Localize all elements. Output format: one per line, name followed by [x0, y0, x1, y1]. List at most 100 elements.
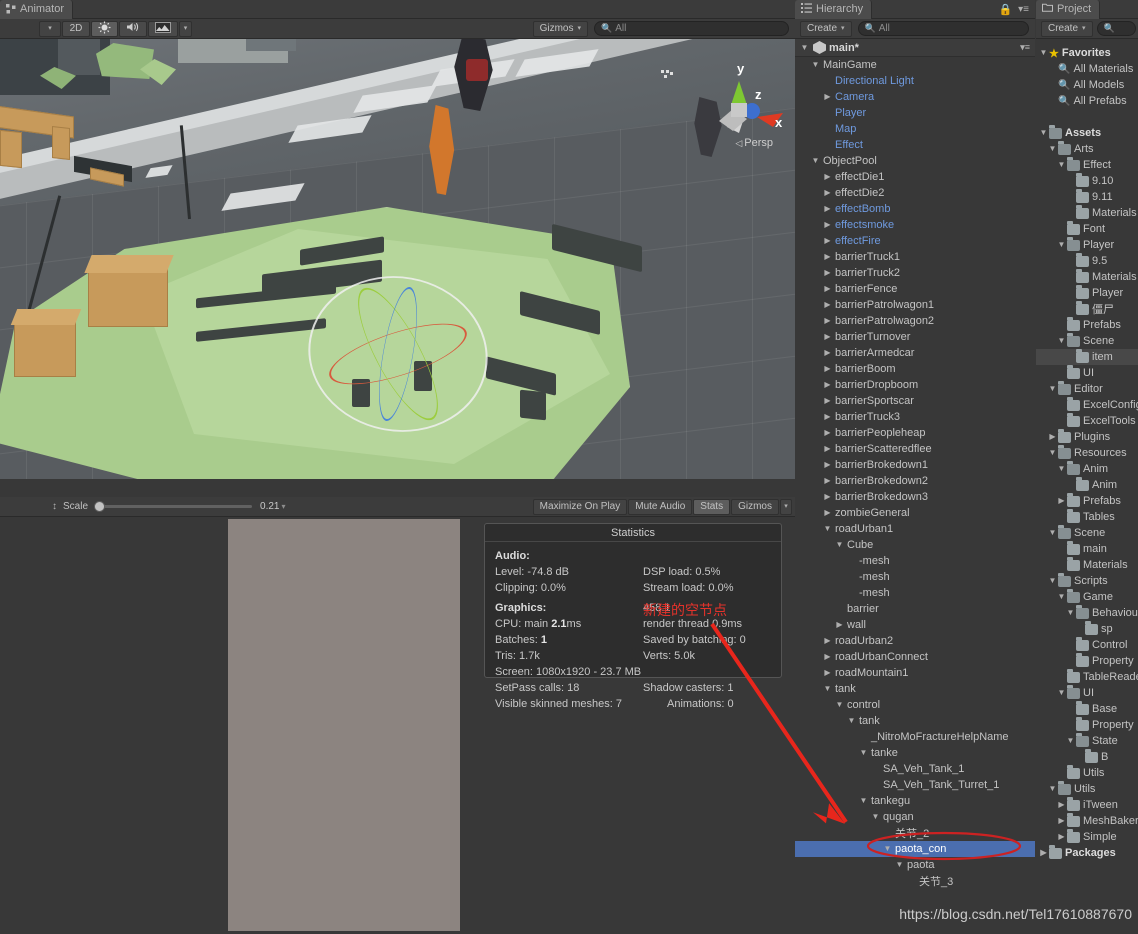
hierarchy-item[interactable]: ▶ roadUrbanConnect: [795, 649, 1035, 665]
hierarchy-item[interactable]: _NitroMoFractureHelpName: [795, 729, 1035, 745]
project-item[interactable]: 僵尸: [1036, 300, 1138, 317]
hierarchy-create-button[interactable]: Create ▾: [800, 20, 852, 37]
hierarchy-item[interactable]: ▼ MainGame: [795, 57, 1035, 73]
hierarchy-item[interactable]: ▶ barrierPatrolwagon1: [795, 297, 1035, 313]
hierarchy-item[interactable]: ▶ roadUrban2: [795, 633, 1035, 649]
hierarchy-item[interactable]: ▶ zombieGeneral: [795, 505, 1035, 521]
mute-audio-button[interactable]: Mute Audio: [628, 498, 693, 515]
chevron-down-icon[interactable]: ▼: [858, 749, 869, 757]
project-item[interactable]: ▼ Editor: [1036, 380, 1138, 397]
hierarchy-item[interactable]: ▶ barrierTruck3: [795, 409, 1035, 425]
chevron-right-icon[interactable]: ▶: [822, 477, 833, 485]
chevron-right-icon[interactable]: ▶: [822, 285, 833, 293]
project-item[interactable]: Materials: [1036, 556, 1138, 573]
chevron-right-icon[interactable]: ▶: [1056, 801, 1067, 809]
hierarchy-item[interactable]: ▶ effectsmoke: [795, 217, 1035, 233]
project-item[interactable]: Anim: [1036, 476, 1138, 493]
scale-slider-thumb[interactable]: [94, 501, 106, 512]
chevron-right-icon[interactable]: ▶: [1038, 849, 1049, 857]
chevron-right-icon[interactable]: ▶: [822, 349, 833, 357]
chevron-right-icon[interactable]: ▶: [822, 397, 833, 405]
hierarchy-item[interactable]: -mesh: [795, 569, 1035, 585]
hierarchy-item[interactable]: SA_Veh_Tank_Turret_1: [795, 777, 1035, 793]
chevron-down-icon[interactable]: ▼: [1047, 145, 1058, 153]
chevron-right-icon[interactable]: ▶: [822, 509, 833, 517]
project-item[interactable]: ExcelTools: [1036, 412, 1138, 429]
chevron-right-icon[interactable]: ▶: [822, 637, 833, 645]
chevron-right-icon[interactable]: ▶: [822, 269, 833, 277]
chevron-right-icon[interactable]: ▶: [822, 413, 833, 421]
hierarchy-item[interactable]: Effect: [795, 137, 1035, 153]
project-item[interactable]: ExcelConfig: [1036, 396, 1138, 413]
project-search-input[interactable]: 🔍: [1096, 21, 1136, 36]
project-item[interactable]: 🔍 All Prefabs: [1036, 93, 1138, 109]
project-item[interactable]: ▼ Player: [1036, 236, 1138, 253]
hierarchy-item[interactable]: ▼ control: [795, 697, 1035, 713]
hierarchy-item[interactable]: ▼ tankegu: [795, 793, 1035, 809]
panel-menu-icon[interactable]: ▾≡: [1018, 4, 1029, 15]
project-item[interactable]: ▼ Scene: [1036, 524, 1138, 541]
scene-search-input[interactable]: 🔍 All: [594, 21, 789, 36]
hierarchy-item[interactable]: ▼ tank: [795, 713, 1035, 729]
chevron-right-icon[interactable]: ▶: [822, 205, 833, 213]
chevron-down-icon[interactable]: ▼: [1047, 385, 1058, 393]
hierarchy-item[interactable]: 关节_3: [795, 873, 1035, 889]
project-item[interactable]: ▼ Resources: [1036, 444, 1138, 461]
chevron-right-icon[interactable]: ▶: [822, 237, 833, 245]
hierarchy-item[interactable]: ▶ effectFire: [795, 233, 1035, 249]
project-item[interactable]: ▼ ★ Favorites: [1036, 45, 1138, 61]
chevron-down-icon[interactable]: ▼: [1065, 609, 1076, 617]
project-item[interactable]: item: [1036, 348, 1138, 365]
hierarchy-item[interactable]: ▼ ObjectPool: [795, 153, 1035, 169]
draw-mode-dropdown[interactable]: ▾: [39, 20, 61, 37]
hierarchy-item[interactable]: Map: [795, 121, 1035, 137]
chevron-down-icon[interactable]: ▼: [1056, 689, 1067, 697]
project-item[interactable]: ▶ Simple: [1036, 828, 1138, 845]
chevron-down-icon[interactable]: ▼: [810, 61, 821, 69]
project-item[interactable]: ▼ Game: [1036, 588, 1138, 605]
chevron-down-icon[interactable]: ▼: [1047, 449, 1058, 457]
project-item[interactable]: Property: [1036, 716, 1138, 733]
hierarchy-item[interactable]: barrier: [795, 601, 1035, 617]
hierarchy-item[interactable]: ▶ barrierDropboom: [795, 377, 1035, 393]
project-item[interactable]: Materials: [1036, 268, 1138, 285]
chevron-right-icon[interactable]: ▶: [822, 461, 833, 469]
chevron-down-icon[interactable]: ▼: [870, 813, 881, 821]
chevron-down-icon[interactable]: ▼: [1056, 337, 1067, 345]
hierarchy-item[interactable]: ▶ barrierScatteredflee: [795, 441, 1035, 457]
project-item[interactable]: Base: [1036, 700, 1138, 717]
chevron-down-icon[interactable]: ▼: [1038, 129, 1049, 137]
chevron-down-icon[interactable]: ▼: [834, 541, 845, 549]
project-item[interactable]: UI: [1036, 364, 1138, 381]
chevron-down-icon[interactable]: ▼: [1056, 241, 1067, 249]
chevron-right-icon[interactable]: ▶: [822, 301, 833, 309]
scene-menu-icon[interactable]: ▾≡: [1020, 42, 1030, 53]
project-item[interactable]: main: [1036, 540, 1138, 557]
maximize-on-play-button[interactable]: Maximize On Play: [532, 498, 628, 515]
chevron-down-icon[interactable]: ▼: [882, 845, 893, 853]
project-item[interactable]: ▼ Assets: [1036, 124, 1138, 141]
toggle-audio-button[interactable]: [119, 20, 147, 37]
chevron-right-icon[interactable]: ▶: [822, 445, 833, 453]
chevron-right-icon[interactable]: ▶: [822, 669, 833, 677]
chevron-down-icon[interactable]: ▼: [1056, 593, 1067, 601]
hierarchy-search-input[interactable]: 🔍 All: [857, 21, 1029, 36]
chevron-down-icon[interactable]: ▼: [1047, 785, 1058, 793]
hierarchy-item[interactable]: ▶ barrierBrokedown3: [795, 489, 1035, 505]
chevron-right-icon[interactable]: ▶: [822, 189, 833, 197]
hierarchy-item[interactable]: SA_Veh_Tank_1: [795, 761, 1035, 777]
project-create-button[interactable]: Create ▾: [1041, 20, 1093, 37]
chevron-down-icon[interactable]: ▼: [810, 157, 821, 165]
chevron-right-icon[interactable]: ▶: [822, 93, 833, 101]
scene-axis-gizmo[interactable]: y z x: [691, 47, 787, 151]
chevron-down-icon[interactable]: ▼: [1047, 529, 1058, 537]
chevron-right-icon[interactable]: ▶: [822, 381, 833, 389]
project-item[interactable]: ▼ Scripts: [1036, 572, 1138, 589]
hierarchy-item[interactable]: ▼ roadUrban1: [795, 521, 1035, 537]
chevron-right-icon[interactable]: ▶: [822, 173, 833, 181]
project-item[interactable]: [1036, 109, 1138, 125]
project-item[interactable]: ▼ Anim: [1036, 460, 1138, 477]
hierarchy-item[interactable]: ▶ effectBomb: [795, 201, 1035, 217]
hierarchy-item[interactable]: ▶ effectDie2: [795, 185, 1035, 201]
chevron-right-icon[interactable]: ▶: [822, 333, 833, 341]
